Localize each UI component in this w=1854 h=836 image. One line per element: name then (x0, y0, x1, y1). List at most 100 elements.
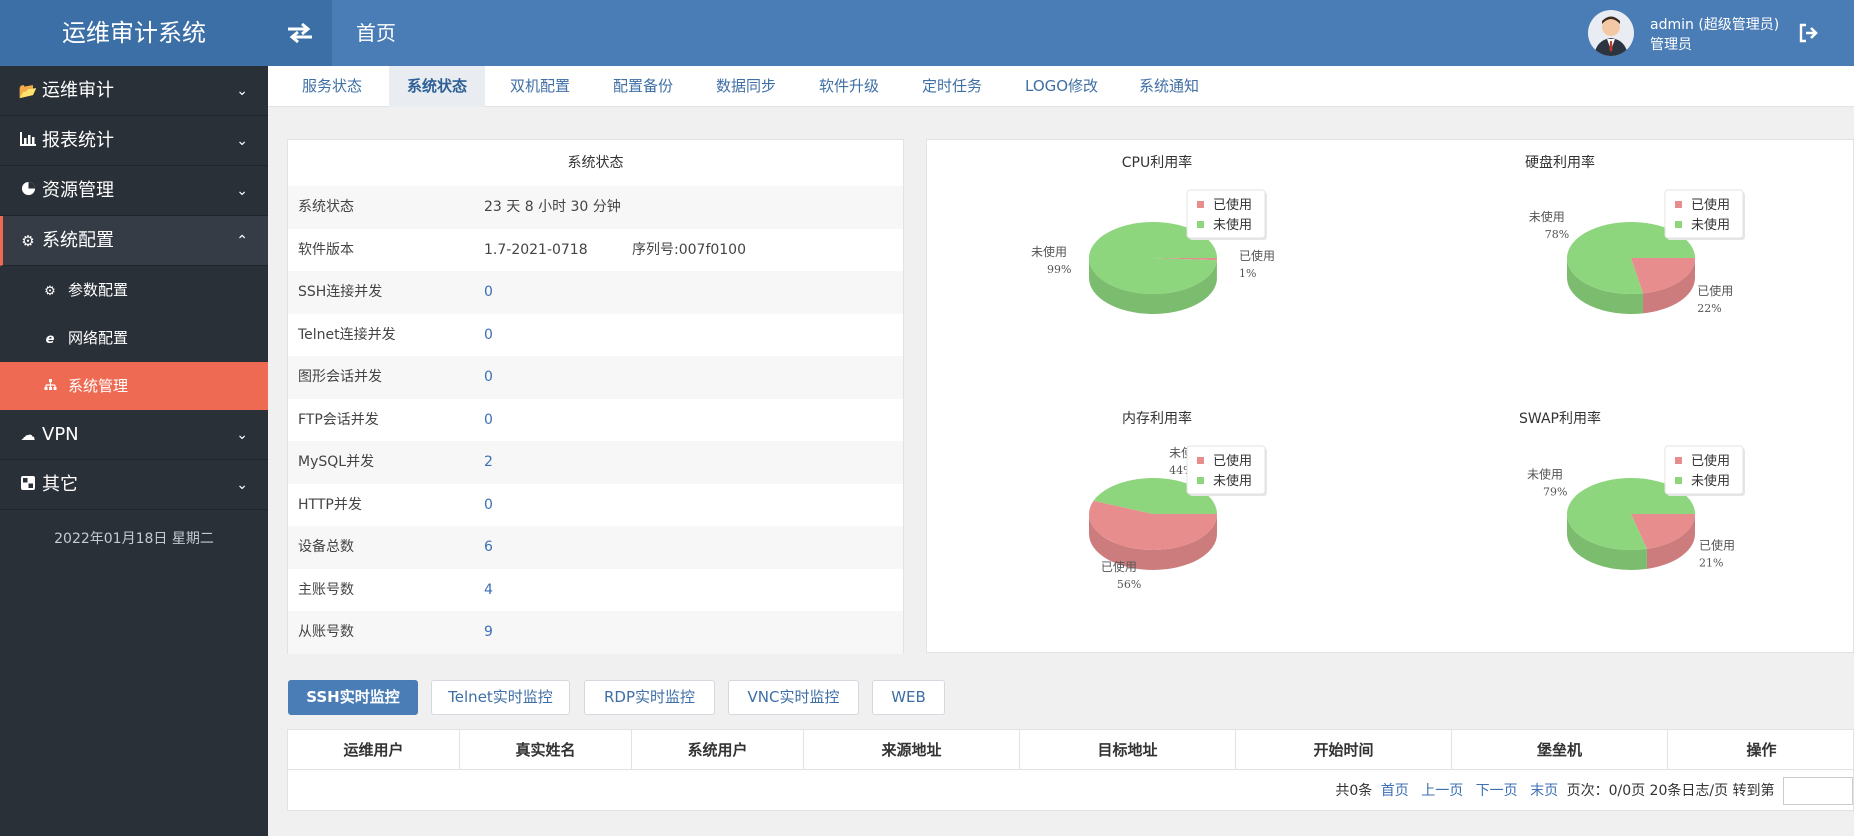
status-row: MySQL并发 2 (288, 441, 903, 484)
status-value[interactable]: 0 (484, 484, 493, 527)
slice-percent: 79% (1543, 485, 1567, 498)
sidebar-subitem-system-manage[interactable]: 系统管理 (0, 362, 268, 410)
tab-dual-config[interactable]: 双机配置 (492, 66, 588, 107)
pie-chart: 已使用56%未使44%已使用未使用 (1089, 445, 1267, 591)
status-table: 系统状态 23 天 8 小时 30 分钟 软件版本 1.7-2021-0718 序列号:… (288, 186, 903, 654)
status-key: 系统状态 (298, 199, 354, 215)
status-key: 图形会话并发 (298, 369, 382, 385)
pie-chart: 已使用1%未使用99%已使用未使用 (1031, 189, 1275, 315)
session-table: 运维用户 真实姓名 系统用户 来源地址 目标地址 开始时间 堡垒机 操作 共0条… (287, 729, 1854, 811)
status-row: 从账号数 9 (288, 611, 903, 654)
chart-legend: 已使用未使用 (1186, 189, 1267, 240)
next-page-link[interactable]: 下一页 (1476, 783, 1518, 799)
slice-percent: 56% (1117, 578, 1141, 591)
slice-percent: 22% (1697, 302, 1721, 315)
tab-scheduled-tasks[interactable]: 定时任务 (904, 66, 1000, 107)
pagination: 共0条 首页 上一页 下一页 末页 页次：0/0页 20条日志/页 转到第 (1335, 776, 1853, 806)
slice-label: 已使用 (1699, 538, 1735, 553)
chevron-up-icon: ⌃ (236, 233, 248, 249)
ssh-monitor-button[interactable]: SSH实时监控 (288, 680, 418, 715)
prev-page-link[interactable]: 上一页 (1421, 783, 1463, 799)
status-key: Telnet连接并发 (298, 326, 396, 343)
status-row: SSH连接并发 0 (288, 271, 903, 314)
legend-swatch (1675, 201, 1682, 208)
column-header: 目标地址 (1020, 730, 1236, 770)
chart-legend: 已使用未使用 (1664, 189, 1745, 240)
goto-page-input[interactable] (1783, 777, 1853, 805)
user-role: 管理员 (1650, 37, 1692, 53)
sidebar-item-label: 报表统计 (42, 130, 114, 151)
sidebar-item-ops-audit[interactable]: 📂 运维审计 ⌄ (0, 66, 268, 116)
status-key: SSH连接并发 (298, 284, 383, 300)
sidebar-item-label: VPN (42, 424, 79, 445)
user-menu[interactable]: admin (超级管理员) 管理员 (1588, 10, 1848, 56)
legend-swatch (1197, 457, 1204, 464)
avatar (1588, 10, 1634, 56)
chevron-down-icon: ⌄ (236, 83, 248, 99)
grid-icon (18, 460, 38, 510)
column-header: 开始时间 (1236, 730, 1452, 770)
status-value[interactable]: 2 (484, 441, 493, 484)
cloud-icon: ☁ (20, 426, 36, 444)
sidebar-subitem-params[interactable]: ⚙ 参数配置 (0, 266, 268, 314)
legend-swatch (1675, 457, 1682, 464)
column-header: 系统用户 (632, 730, 804, 770)
tab-config-backup[interactable]: 配置备份 (595, 66, 691, 107)
status-value[interactable]: 4 (484, 569, 493, 612)
sidebar-subitem-label: 参数配置 (68, 281, 129, 299)
legend-swatch (1675, 221, 1682, 228)
status-value: 23 天 8 小时 30 分钟 (484, 199, 621, 215)
status-value[interactable]: 0 (484, 314, 493, 357)
sidebar-item-label: 运维审计 (42, 80, 114, 101)
sidebar-item-system-config[interactable]: ⚙ 系统配置 ⌃ (0, 216, 268, 266)
status-value[interactable]: 0 (484, 356, 493, 399)
legend-label: 未使用 (1691, 473, 1730, 489)
column-header: 堡垒机 (1452, 730, 1668, 770)
sidebar-subitem-network[interactable]: e 网络配置 (0, 314, 268, 362)
status-value[interactable]: 6 (484, 526, 493, 569)
sidebar-item-reports[interactable]: 报表统计 ⌄ (0, 116, 268, 166)
status-value[interactable]: 0 (484, 399, 493, 442)
sidebar-item-label: 系统配置 (42, 230, 114, 251)
vnc-monitor-button[interactable]: VNC实时监控 (728, 680, 859, 715)
tab-system-notice[interactable]: 系统通知 (1121, 66, 1217, 107)
sidebar-item-resources[interactable]: 资源管理 ⌄ (0, 166, 268, 216)
ie-icon: e (45, 332, 55, 347)
sidebar-item-other[interactable]: 其它 ⌄ (0, 460, 268, 510)
sidebar-item-vpn[interactable]: ☁ VPN ⌄ (0, 410, 268, 460)
legend-label: 已使用 (1691, 453, 1730, 469)
pie-chart: 已使用22%未使用78%已使用未使用 (1529, 189, 1745, 315)
first-page-link[interactable]: 首页 (1381, 783, 1409, 799)
status-value[interactable]: 0 (484, 271, 493, 314)
status-row: 主账号数 4 (288, 569, 903, 612)
slice-percent: 78% (1545, 228, 1569, 241)
web-monitor-button[interactable]: WEB (872, 680, 945, 715)
status-key: 软件版本 (298, 241, 354, 258)
pie-chart: 已使用21%未使用79%已使用未使用 (1527, 445, 1745, 570)
system-status-panel: 系统状态 系统状态 23 天 8 小时 30 分钟 软件版本 1.7-2021-071… (287, 139, 904, 654)
status-row: FTP会话并发 0 (288, 399, 903, 442)
rdp-monitor-button[interactable]: RDP实时监控 (584, 680, 715, 715)
table-header: 运维用户 真实姓名 系统用户 来源地址 目标地址 开始时间 堡垒机 操作 (288, 730, 1853, 770)
column-header: 操作 (1746, 741, 1777, 759)
tab-software-upgrade[interactable]: 软件升级 (801, 66, 897, 107)
page-title: 首页 (356, 21, 396, 45)
tab-logo-edit[interactable]: LOGO修改 (1007, 66, 1116, 107)
tab-system-status[interactable]: 系统状态 (389, 66, 486, 107)
sitemap-icon (42, 364, 58, 412)
tab-service-status[interactable]: 服务状态 (284, 66, 380, 107)
legend-label: 已使用 (1213, 197, 1252, 213)
slice-label: 未使用 (1527, 466, 1563, 481)
sidebar: 📂 运维审计 ⌄ 报表统计 ⌄ 资源管理 ⌄ ⚙ 系统配置 ⌃ ⚙ 参数配置 e 网络配… (0, 66, 268, 836)
tab-data-sync[interactable]: 数据同步 (698, 66, 794, 107)
legend-swatch (1197, 221, 1204, 228)
serial-number: 序列号:007f0100 (632, 241, 746, 258)
telnet-monitor-button[interactable]: Telnet实时监控 (431, 680, 570, 715)
last-page-link[interactable]: 末页 (1530, 783, 1558, 799)
chevron-down-icon: ⌄ (236, 477, 248, 493)
status-value[interactable]: 9 (484, 611, 493, 654)
logout-icon[interactable] (1798, 22, 1820, 44)
cogs-icon: ⚙ (44, 284, 56, 299)
status-key: 主账号数 (298, 581, 354, 598)
sidebar-toggle-button[interactable] (268, 0, 332, 66)
